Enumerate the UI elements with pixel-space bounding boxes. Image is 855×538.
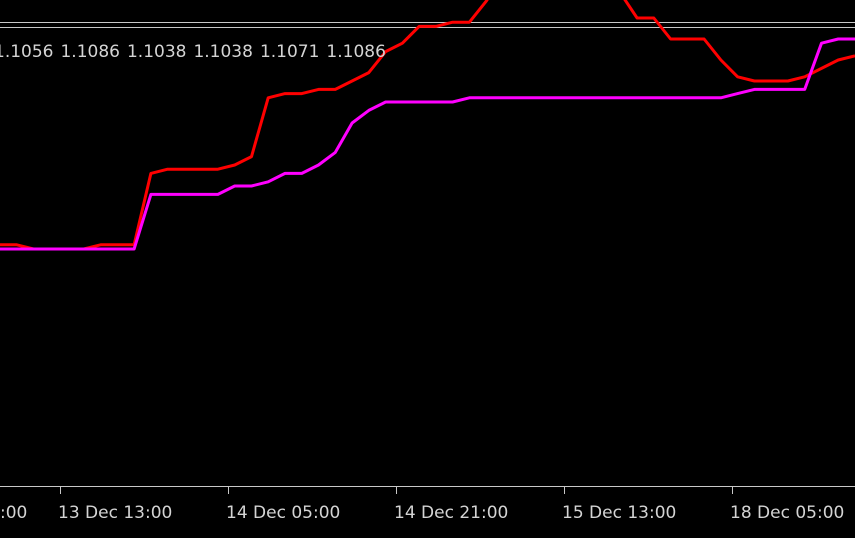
ohlc-value: 1.1038 (126, 42, 187, 62)
ohlc-readout: 1.1056 1.1086 1.1038 1.1038 1.1071 1.1086 (0, 42, 393, 62)
x-tick-label: :00 (0, 503, 27, 523)
ohlc-value: 1.1086 (326, 42, 386, 62)
x-tick-label: 15 Dec 13:00 (562, 503, 676, 523)
x-tick-label: 14 Dec 21:00 (394, 503, 508, 523)
chart-background (0, 0, 855, 534)
ohlc-value: 1.1086 (60, 42, 120, 62)
x-tick-label: 18 Dec 05:00 (730, 503, 844, 523)
x-tick-label: 13 Dec 13:00 (58, 503, 172, 523)
chart-area[interactable]: :00 13 Dec 13:00 14 Dec 05:00 14 Dec 21:00 1… (0, 0, 855, 534)
ohlc-value: 1.1071 (259, 42, 320, 62)
price-chart[interactable]: :00 13 Dec 13:00 14 Dec 05:00 14 Dec 21:00 1… (0, 0, 855, 534)
ohlc-value: 1.1056 (0, 42, 54, 62)
ohlc-value: 1.1038 (193, 42, 253, 62)
x-tick-label: 14 Dec 05:00 (226, 503, 340, 523)
